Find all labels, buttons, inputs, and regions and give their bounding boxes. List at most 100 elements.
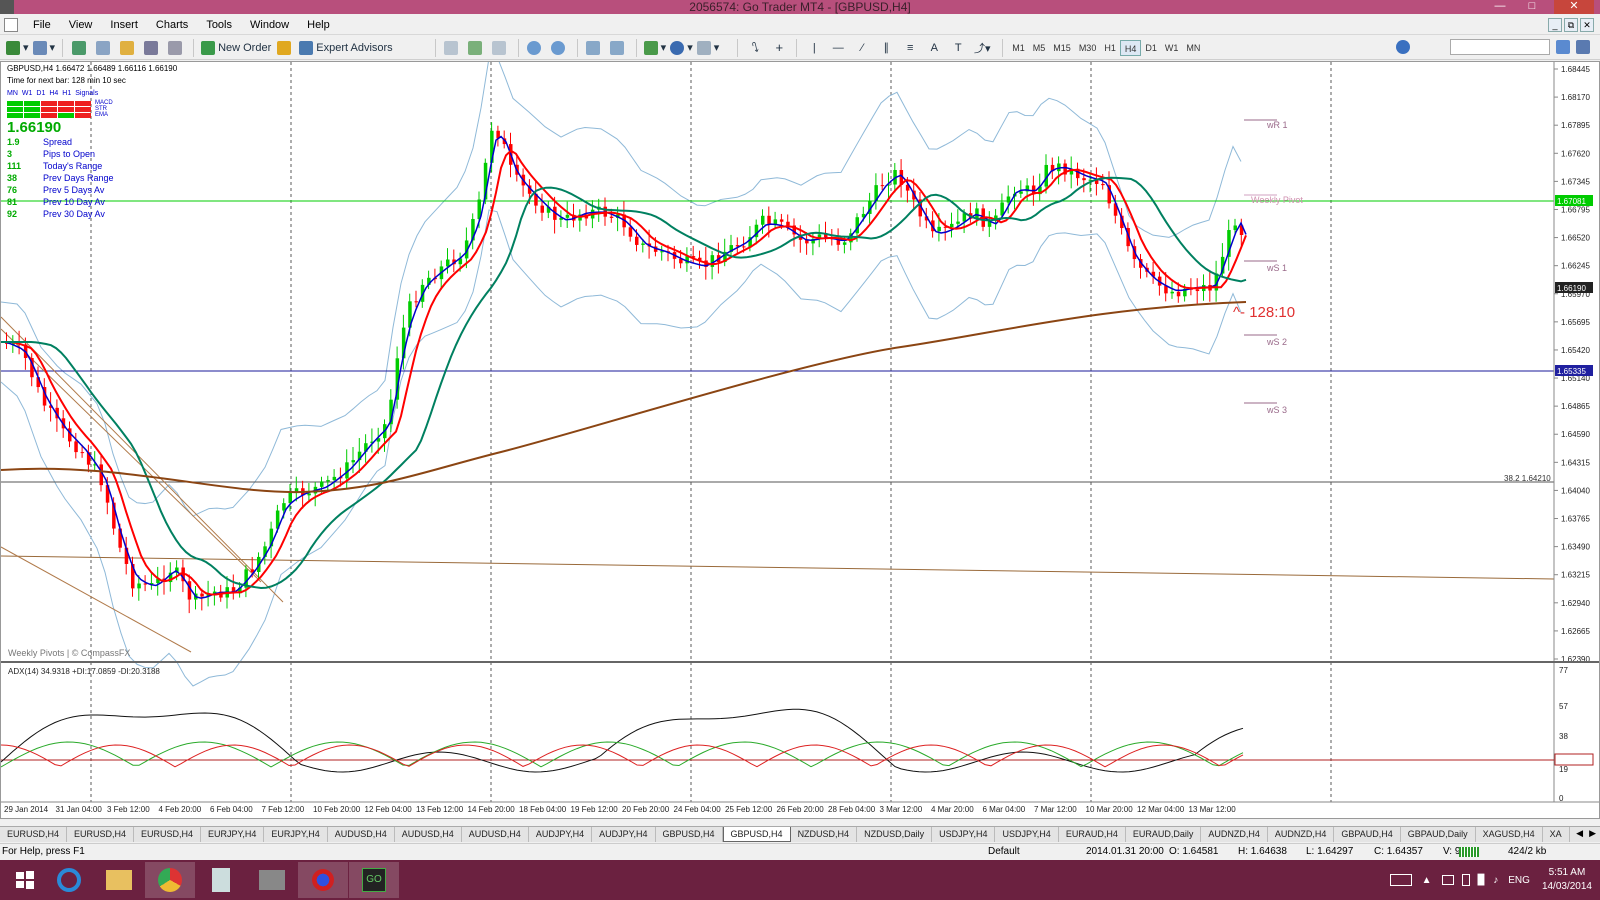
taskbar-mt4[interactable]: GO	[349, 862, 399, 898]
chart-tab[interactable]: AUDNZD,H4	[1201, 827, 1268, 842]
search-input[interactable]	[1450, 39, 1550, 55]
channel-line-mid[interactable]	[0, 328, 262, 583]
chart-tab[interactable]: EURUSD,H4	[134, 827, 202, 842]
chart-tab[interactable]: GBPUSD,H4	[656, 827, 723, 842]
chart-tab[interactable]: AUDJPY,H4	[592, 827, 656, 842]
timeframe-m30[interactable]: M30	[1075, 40, 1101, 56]
market-watch-button[interactable]	[70, 39, 90, 57]
crosshair-tool[interactable]: +	[769, 39, 789, 57]
chart-tab[interactable]: AUDJPY,H4	[529, 827, 593, 842]
taskbar-calculator[interactable]	[196, 862, 246, 898]
trendline[interactable]	[0, 555, 1555, 580]
close-icon[interactable]: ✕	[1554, 0, 1594, 14]
action-center-icon[interactable]	[1441, 875, 1454, 885]
equidistant-channel-tool[interactable]: ∥	[876, 39, 896, 57]
channel-line-lower[interactable]	[0, 546, 192, 653]
chart-tab[interactable]: EURAUD,Daily	[1126, 827, 1202, 842]
chart-tab[interactable]: EURUSD,H4	[67, 827, 135, 842]
chart-tab[interactable]: NZDUSD,H4	[791, 827, 858, 842]
indicators-button[interactable]: ▾	[643, 39, 666, 57]
candle-chart-button[interactable]	[467, 39, 487, 57]
chart-doc-icon[interactable]	[4, 18, 18, 32]
chart-tab[interactable]: AUDUSD,H4	[395, 827, 462, 842]
trendline-tool[interactable]: ⁄	[852, 39, 872, 57]
taskbar-explorer[interactable]	[94, 862, 144, 898]
chart-tab[interactable]: USDJPY,H4	[932, 827, 996, 842]
keyboard-icon[interactable]	[1389, 874, 1412, 886]
start-button[interactable]	[0, 862, 50, 898]
timeframe-d1[interactable]: D1	[1141, 40, 1161, 56]
mdi-minimize-icon[interactable]: _	[1548, 18, 1562, 32]
profiles-button[interactable]: ▾	[32, 39, 55, 57]
price-chart[interactable]: wR 1 Weekly Pivot wS 1 wS 2 wS 3 ^- 128:…	[0, 55, 1599, 818]
minimize-icon[interactable]: —	[1490, 0, 1510, 14]
new-chart-button[interactable]: ▾	[6, 39, 29, 57]
chart-tab[interactable]: EURJPY,H4	[264, 827, 328, 842]
tray-expand-icon[interactable]: ▲	[1422, 875, 1432, 886]
language-indicator[interactable]: ENG	[1508, 875, 1530, 886]
vertical-line-tool[interactable]: |	[804, 39, 824, 57]
maximize-icon[interactable]: □	[1522, 0, 1542, 14]
menu-file[interactable]: File	[24, 16, 60, 35]
taskbar-movie[interactable]	[247, 862, 297, 898]
chart-tab[interactable]: GBPUSD,H4	[722, 827, 791, 842]
chart-tab[interactable]: NZDUSD,Daily	[857, 827, 933, 842]
candlesticks[interactable]	[5, 122, 1244, 614]
line-chart-button[interactable]	[491, 39, 511, 57]
chart-tab[interactable]: EURJPY,H4	[201, 827, 265, 842]
community-icon[interactable]	[1576, 40, 1590, 54]
timeframe-h1[interactable]: H1	[1100, 40, 1120, 56]
menu-insert[interactable]: Insert	[101, 16, 147, 35]
search-icon[interactable]	[1556, 40, 1570, 54]
chart-tab[interactable]: GBPAUD,Daily	[1401, 827, 1476, 842]
data-window-button[interactable]	[94, 39, 114, 57]
timeframe-m5[interactable]: M5	[1029, 40, 1050, 56]
connection-bars-icon[interactable]	[1459, 847, 1479, 857]
timeframe-h4[interactable]: H4	[1119, 39, 1142, 56]
chart-tab[interactable]: EURAUD,H4	[1059, 827, 1126, 842]
status-profile[interactable]: Default	[988, 844, 1020, 860]
chart-tab[interactable]: AUDNZD,H4	[1268, 827, 1335, 842]
text-label-tool[interactable]: T	[948, 39, 968, 57]
periods-button[interactable]: ▾	[670, 39, 693, 57]
tab-left-icon[interactable]: ◀	[1576, 828, 1583, 839]
battery-icon[interactable]	[1461, 874, 1470, 886]
timeframe-mn[interactable]: MN	[1182, 40, 1204, 56]
timeframe-m1[interactable]: M1	[1008, 40, 1029, 56]
expert-advisors-button[interactable]: Expert Advisors	[299, 39, 393, 57]
arrows-tool[interactable]: ⤴▾	[972, 39, 992, 57]
chart-tab[interactable]: AUDUSD,H4	[328, 827, 395, 842]
terminal-button[interactable]	[142, 39, 162, 57]
navigator-button[interactable]	[118, 39, 138, 57]
mdi-close-icon[interactable]: ✕	[1580, 18, 1594, 32]
new-order-button[interactable]: New Order	[201, 39, 271, 57]
taskbar-chrome[interactable]	[145, 862, 195, 898]
chart-window[interactable]: wR 1 Weekly Pivot wS 1 wS 2 wS 3 ^- 128:…	[0, 55, 1600, 819]
menu-help[interactable]: Help	[298, 16, 339, 35]
zoom-out-button[interactable]	[550, 39, 570, 57]
zoom-in-button[interactable]	[526, 39, 546, 57]
chart-tab[interactable]: XA	[1543, 827, 1570, 842]
templates-button[interactable]: ▾	[696, 39, 719, 57]
clock[interactable]: 5:51 AM 14/03/2014	[1542, 866, 1592, 894]
volume-icon[interactable]: ♪	[1493, 875, 1498, 886]
mdi-restore-icon[interactable]: ⧉	[1564, 18, 1578, 32]
cursor-tool[interactable]: ⭛	[745, 39, 765, 57]
menu-window[interactable]: Window	[241, 16, 298, 35]
autoscroll-button[interactable]	[585, 39, 605, 57]
taskbar-app-red[interactable]	[298, 862, 348, 898]
bar-chart-button[interactable]	[443, 39, 463, 57]
options-gear-icon[interactable]	[1396, 40, 1410, 54]
chart-shift-button[interactable]	[609, 39, 629, 57]
tester-button[interactable]	[166, 39, 186, 57]
menu-view[interactable]: View	[60, 16, 102, 35]
chart-tab[interactable]: USDJPY,H4	[995, 827, 1059, 842]
menu-tools[interactable]: Tools	[197, 16, 241, 35]
taskbar-ie[interactable]	[44, 862, 94, 898]
chart-tab[interactable]: EURUSD,H4	[0, 827, 68, 842]
timeframe-m15[interactable]: M15	[1049, 40, 1075, 56]
chart-tab[interactable]: AUDUSD,H4	[462, 827, 529, 842]
chart-tab[interactable]: XAGUSD,H4	[1476, 827, 1543, 842]
horizontal-line-tool[interactable]: —	[828, 39, 848, 57]
fibonacci-tool[interactable]: ≡	[900, 39, 920, 57]
